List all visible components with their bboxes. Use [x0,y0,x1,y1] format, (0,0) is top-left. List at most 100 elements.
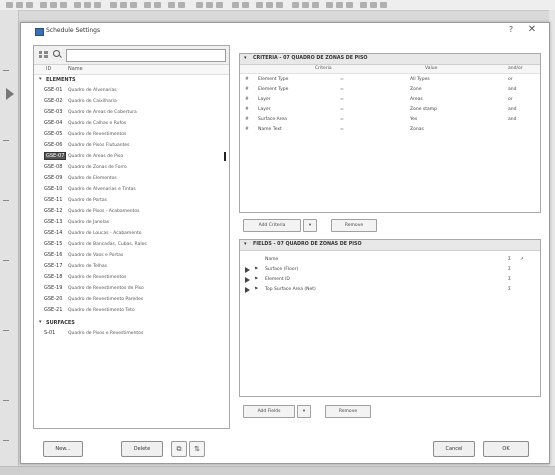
list-item[interactable]: GSE-17 Quadro de Telhas [34,262,229,271]
list-item[interactable]: GSE-05 Quadro de Revestimentos [34,130,229,139]
list-item[interactable]: GSE-01 Quadro de Alvenarias [34,86,229,95]
sum-icon[interactable]: Σ [508,257,511,262]
toolbar-button[interactable] [256,2,263,8]
toolbar-button[interactable] [346,2,353,8]
field-row[interactable]: ⚑ Top Surface Area (Net) Σ [240,286,540,295]
criteria-andor[interactable]: and [508,117,516,122]
list-item-selected[interactable]: GSE-07 Quadro de Areas de Piso [34,152,229,161]
criteria-row[interactable]: # Surface Area = Yes and [240,116,540,125]
toolbar-button[interactable] [144,2,151,8]
list-item[interactable]: GSE-03 Quadro de Areas de Cobertura [34,108,229,117]
toolbar-button[interactable] [326,2,333,8]
sum-icon[interactable]: Σ [508,287,511,292]
list-item[interactable]: GSE-21 Quadro de Revestimento Teto [34,306,229,315]
toolbar-button[interactable] [232,2,239,8]
add-fields-dropdown[interactable]: ▾ [297,405,311,418]
toolbar-button[interactable] [84,2,91,8]
criteria-operator[interactable]: = [340,107,344,112]
fields-header[interactable]: ▾ FIELDS - 07 QUADRO DE ZONAS DE PISO [240,240,540,251]
list-item[interactable]: GSE-09 Quadro de Elementos [34,174,229,183]
criteria-operator[interactable]: = [340,87,344,92]
toolbar-button[interactable] [6,2,13,8]
toolbar-button[interactable] [168,2,175,8]
criteria-operator[interactable]: = [340,77,344,82]
add-criteria-button[interactable]: Add Criteria [243,219,301,232]
criteria-field[interactable]: Element Type [258,87,288,92]
sum-icon[interactable]: Σ [508,267,511,272]
delete-button[interactable]: Delete [121,441,163,457]
list-item[interactable]: GSE-04 Quadro de Calhas e Rufos [34,119,229,128]
toolbar-button[interactable] [266,2,273,8]
toolbar-button[interactable] [120,2,127,8]
toolbar-button[interactable] [94,2,101,8]
toolbar-button[interactable] [196,2,203,8]
criteria-andor[interactable]: and [508,107,516,112]
sum-icon[interactable]: Σ [508,277,511,282]
toolbar-button[interactable] [360,2,367,8]
remove-criteria-button[interactable]: Remove [331,219,377,232]
list-item[interactable]: GSE-16 Quadro de Vaos e Portas [34,251,229,260]
group-elements[interactable]: ▾ ELEMENTS [34,76,229,84]
add-criteria-dropdown[interactable]: ▾ [303,219,317,232]
list-item[interactable]: S-01 Quadro de Pisos e Revestimentos [34,329,229,338]
cancel-button[interactable]: Cancel [433,441,475,457]
column-header-name[interactable]: Name [68,66,83,72]
toolbar-button[interactable] [370,2,377,8]
expand-arrow-icon[interactable] [245,277,250,283]
list-item[interactable]: GSE-10 Quadro de Alvenarias e Tintas [34,185,229,194]
list-item[interactable]: GSE-14 Quadro de Loucas - Acabamento [34,229,229,238]
toolbar-button[interactable] [206,2,213,8]
ok-button[interactable]: OK [483,441,529,457]
criteria-operator[interactable]: = [340,127,344,132]
expand-arrow-icon[interactable] [245,287,250,293]
toolbar-button[interactable] [312,2,319,8]
toolbar-button[interactable] [40,2,47,8]
group-surfaces[interactable]: ▾ SURFACES [34,319,229,327]
criteria-value[interactable]: Zone stamp [410,107,437,112]
criteria-row[interactable]: # Layer = Zone stamp and [240,106,540,115]
criteria-value[interactable]: Zonas [410,127,424,132]
list-item[interactable]: GSE-15 Quadro de Bancadas, Cubas, Ralos [34,240,229,249]
toolbar-button[interactable] [292,2,299,8]
criteria-field[interactable]: Element Type [258,77,288,82]
list-item[interactable]: GSE-18 Quadro de Revestimentos [34,273,229,282]
toolbar-button[interactable] [130,2,137,8]
criteria-header[interactable]: ▾ CRITERIA - 07 QUADRO DE ZONAS DE PISO [240,54,540,65]
toolbar-button[interactable] [110,2,117,8]
search-input[interactable] [66,49,226,62]
toolbar-button[interactable] [380,2,387,8]
list-item[interactable]: GSE-19 Quadro de Revestimentos de Piso [34,284,229,293]
close-button[interactable]: ✕ [525,24,539,38]
toolbar-button[interactable] [74,2,81,8]
criteria-andor[interactable]: and [508,87,516,92]
new-button[interactable]: New... [43,441,83,457]
criteria-field[interactable]: Layer [258,107,271,112]
toolbar-button[interactable] [178,2,185,8]
list-item[interactable]: GSE-06 Quadro de Pisos Flutuantes [34,141,229,150]
toolbar-button[interactable] [242,2,249,8]
toolbar-button[interactable] [50,2,57,8]
toolbar-button[interactable] [336,2,343,8]
toolbar-button[interactable] [154,2,161,8]
add-fields-button[interactable]: Add Fields [243,405,295,418]
toolbar-button[interactable] [276,2,283,8]
list-item[interactable]: GSE-12 Quadro de Pisos - Acabamentos [34,207,229,216]
remove-fields-button[interactable]: Remove [325,405,371,418]
criteria-row[interactable]: # Layer = Areas or [240,96,540,105]
list-item[interactable]: GSE-11 Quadro de Portas [34,196,229,205]
field-row[interactable]: ⚑ Surface (Floor) Σ [240,266,540,275]
field-row[interactable]: ⚑ Element ID Σ [240,276,540,285]
criteria-value[interactable]: Yes [410,117,417,122]
field-row[interactable]: Name Σ ↗ [240,256,540,265]
pointer-arrow-icon[interactable] [6,88,14,100]
criteria-row[interactable]: # Element Type = All Types or [240,76,540,85]
toolbar-button[interactable] [216,2,223,8]
list-item[interactable]: GSE-08 Quadro de Zonas de Forro [34,163,229,172]
criteria-row[interactable]: # Name Text = Zonas [240,126,540,135]
dialog-titlebar[interactable]: Schedule Settings ? ✕ [21,23,549,40]
criteria-andor[interactable]: or [508,97,513,102]
criteria-andor[interactable]: or [508,77,513,82]
criteria-value[interactable]: All Types [410,77,430,82]
criteria-row[interactable]: # Element Type = Zone and [240,86,540,95]
criteria-field[interactable]: Name Text [258,127,282,132]
